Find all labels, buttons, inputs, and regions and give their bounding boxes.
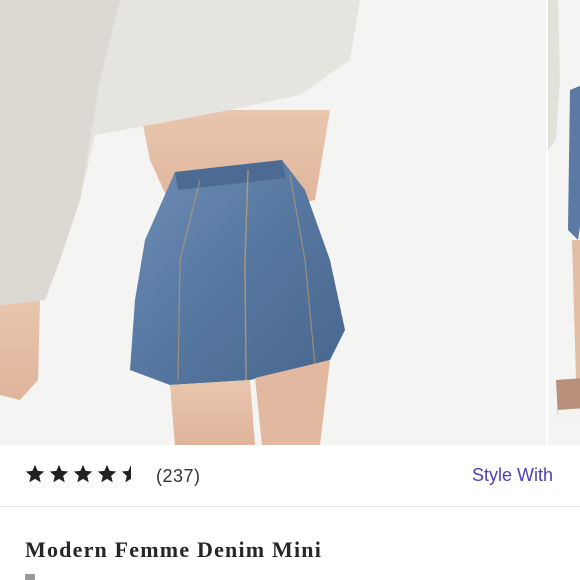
price-preview-cutoff	[25, 574, 35, 580]
product-image-next-peek[interactable]	[548, 0, 580, 445]
rating-row: (237) Style With	[0, 445, 580, 507]
star-full-icon	[25, 464, 45, 483]
star-half-icon	[121, 464, 131, 483]
review-count[interactable]: (237)	[156, 466, 201, 487]
product-image-main[interactable]	[0, 0, 546, 445]
style-with-link[interactable]: Style With	[472, 465, 553, 486]
product-image-gallery[interactable]	[0, 0, 580, 445]
star-rating[interactable]	[24, 463, 142, 487]
star-full-icon	[73, 464, 93, 483]
star-full-icon	[49, 464, 69, 483]
next-photo-illustration	[548, 0, 580, 445]
product-title: Modern Femme Denim Mini	[25, 537, 323, 562]
product-photo-illustration	[0, 0, 546, 445]
star-full-icon	[97, 464, 117, 483]
